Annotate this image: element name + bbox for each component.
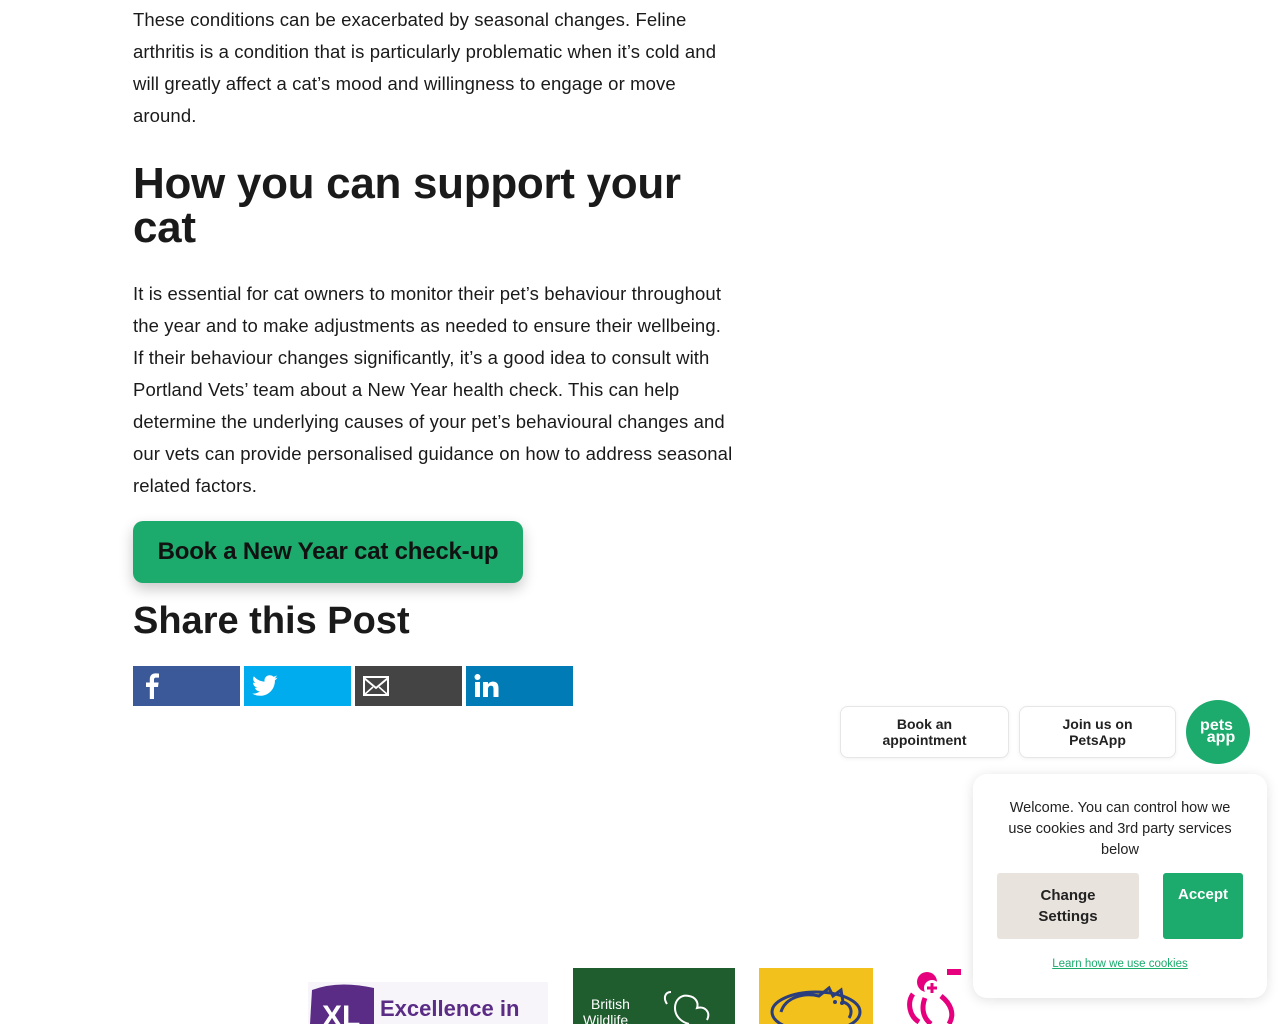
cookie-message: Welcome. You can control how we use cook… xyxy=(1008,800,1232,858)
article-paragraph: These conditions can be exacerbated by s… xyxy=(133,9,717,126)
join-petsapp-button[interactable]: Join us on PetsApp xyxy=(1019,706,1176,758)
cat-icon xyxy=(770,985,862,1024)
xl-logo-mark: XL xyxy=(310,984,374,1024)
change-settings-label: Change xyxy=(1040,887,1096,904)
accept-label: Accept xyxy=(1177,886,1229,903)
section-heading: How you can support your cat xyxy=(133,159,681,252)
book-check-up-button[interactable]: Book a New Year cat check-up xyxy=(133,521,523,583)
share-linkedin-button[interactable] xyxy=(466,666,573,706)
share-facebook-button[interactable] xyxy=(133,666,240,706)
book-appointment-button[interactable]: Book an appointment xyxy=(840,706,1009,758)
book-appointment-label: appointment xyxy=(882,732,967,748)
xl-logo-text: Excellence in xyxy=(380,996,520,1021)
join-petsapp-label: Join us on xyxy=(1062,716,1133,732)
pink-pet-logo xyxy=(905,966,963,1024)
article-paragraph: It is essential for cat owners to monito… xyxy=(133,283,733,496)
share-twitter-button[interactable] xyxy=(244,666,351,706)
accept-cookies-button[interactable]: Accept xyxy=(1163,873,1243,939)
change-settings-button[interactable]: Change Settings xyxy=(997,873,1139,939)
squirrel-icon xyxy=(663,991,710,1024)
article-body: These conditions can be exacerbated by s… xyxy=(133,4,733,502)
petsapp-badge-label: app xyxy=(1206,729,1236,746)
share-email-button[interactable] xyxy=(355,666,462,706)
share-title: Share this Post xyxy=(133,600,410,642)
petsapp-badge-button[interactable]: pets app xyxy=(1186,700,1250,764)
twitter-icon xyxy=(252,675,278,696)
wildlife-logo-text: Wildlife xyxy=(583,1012,629,1024)
book-appointment-label: Book an xyxy=(896,716,953,732)
wildlife-logo-text: British xyxy=(591,996,630,1012)
facebook-icon xyxy=(146,673,159,699)
email-icon xyxy=(363,676,389,696)
pink-animal-icon xyxy=(907,969,961,1024)
join-petsapp-label: PetsApp xyxy=(1069,732,1126,748)
share-buttons xyxy=(133,666,573,706)
british-wildlife-logo: British Wildlife xyxy=(573,968,735,1024)
linkedin-icon xyxy=(474,674,499,697)
cookie-banner: Welcome. You can control how we use cook… xyxy=(973,774,1267,998)
learn-cookies-link[interactable]: Learn how we use cookies xyxy=(973,958,1267,970)
excellence-in-logo: XL Excellence in xyxy=(308,982,548,1024)
cat-friendly-logo xyxy=(759,968,873,1024)
change-settings-label: Settings xyxy=(1038,908,1098,925)
xl-mark-text: XL xyxy=(322,1000,360,1024)
